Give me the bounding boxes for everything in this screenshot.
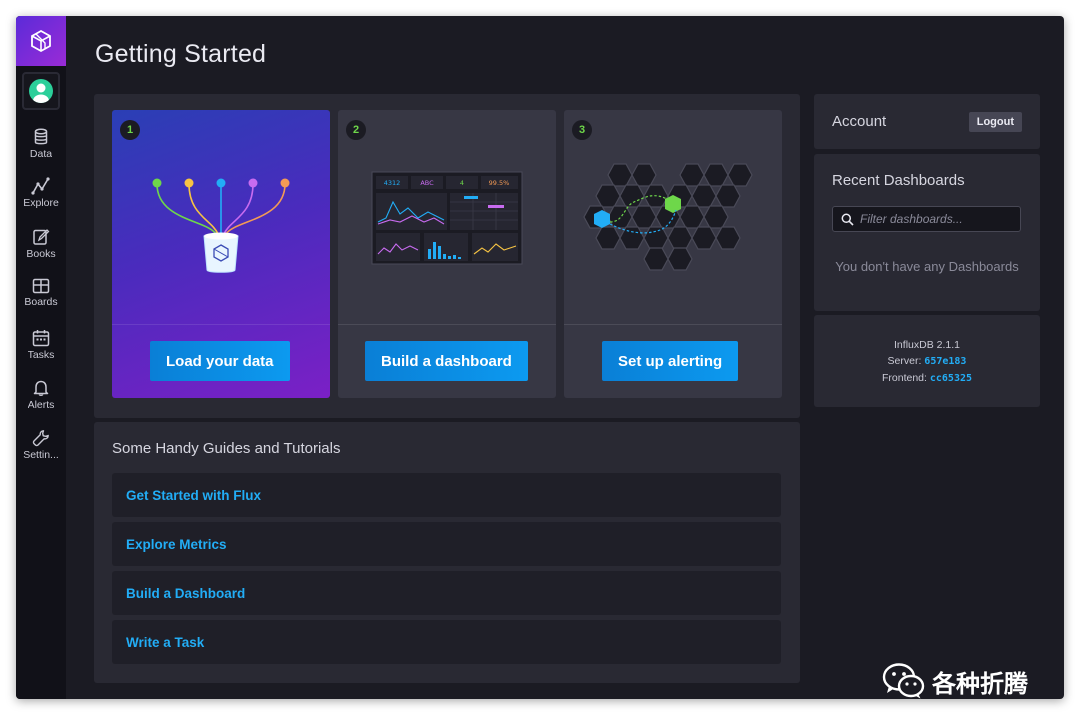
filter-dashboards-input[interactable] [860, 212, 1020, 226]
user-avatar-button[interactable] [22, 72, 60, 110]
avatar [29, 79, 53, 103]
watermark: 各种折腾 [882, 662, 1028, 699]
bell-icon [33, 380, 49, 397]
wechat-icon [882, 663, 925, 699]
guide-link-flux[interactable]: Get Started with Flux [112, 473, 781, 517]
wrench-icon [32, 430, 49, 447]
database-icon [34, 128, 48, 145]
server-label: Server: [887, 355, 922, 367]
build-dashboard-button[interactable]: Build a dashboard [365, 341, 528, 381]
step-number: 3 [572, 120, 592, 140]
guide-link-build-dashboard[interactable]: Build a Dashboard [112, 571, 781, 615]
sidebar-item-label: Settin... [23, 449, 59, 461]
frontend-version-line: Frontend: cc65325 [814, 372, 1040, 384]
step-card-set-up-alerting[interactable]: 3 Set up alerting [564, 110, 782, 398]
guide-link-explore-metrics[interactable]: Explore Metrics [112, 522, 781, 566]
recent-dashboards-panel: Recent Dashboards You don't have any Das… [814, 154, 1040, 311]
getting-started-steps: 1 Load your data 2 4312 ABC 4 99.5% Buil… [94, 94, 800, 418]
empty-dashboards-message: You don't have any Dashboards [835, 259, 1019, 274]
product-version: InfluxDB 2.1.1 [894, 339, 960, 351]
dashboard-cell-value: 4312 [384, 179, 401, 187]
page-title: Getting Started [95, 40, 267, 68]
dashboard-cell-value: ABC [420, 179, 434, 187]
server-version-line: Server: 657e183 [814, 355, 1040, 367]
sidebar-item-label: Tasks [27, 349, 55, 361]
recent-dashboards-title: Recent Dashboards [832, 172, 965, 189]
set-up-alerting-button[interactable]: Set up alerting [602, 341, 739, 381]
frontend-label: Frontend: [881, 372, 927, 384]
sidebar-item-tasks[interactable]: Tasks [16, 329, 66, 373]
server-version-value[interactable]: 657e183 [924, 356, 966, 367]
sidebar: Data Explore Books Boards Tasks Alerts S… [16, 16, 66, 699]
dashboard-icon [32, 278, 50, 294]
search-icon [841, 213, 854, 226]
sidebar-item-label: Alerts [27, 399, 55, 411]
sidebar-item-boards[interactable]: Boards [16, 278, 66, 322]
calendar-icon [32, 330, 50, 347]
sidebar-item-label: Books [26, 248, 56, 260]
app-window: Data Explore Books Boards Tasks Alerts S… [16, 16, 1064, 699]
step-card-build-dashboard[interactable]: 2 4312 ABC 4 99.5% Build a dashboard [338, 110, 556, 398]
graph-icon [31, 177, 50, 195]
sidebar-item-label: Data [29, 148, 53, 160]
guides-panel: Some Handy Guides and Tutorials Get Star… [94, 422, 800, 683]
guides-title: Some Handy Guides and Tutorials [112, 440, 341, 457]
card-divider [564, 324, 782, 325]
sidebar-item-label: Explore [23, 197, 59, 209]
version-panel: InfluxDB 2.1.1 Server: 657e183 Frontend:… [814, 315, 1040, 407]
step-number: 2 [346, 120, 366, 140]
notebook-icon [33, 229, 50, 245]
step-number: 1 [120, 120, 140, 140]
account-panel: Account Logout [814, 94, 1040, 149]
logout-button[interactable]: Logout [968, 112, 1022, 132]
dashboard-illustration: 4312 ABC 4 99.5% [371, 171, 523, 265]
load-data-illustration [152, 178, 290, 273]
influxdb-logo[interactable] [16, 16, 66, 66]
sidebar-item-label: Boards [24, 296, 58, 308]
sidebar-item-settings[interactable]: Settin... [16, 429, 66, 473]
step-card-load-data[interactable]: 1 Load your data [112, 110, 330, 398]
sidebar-item-explore[interactable]: Explore [16, 177, 66, 221]
card-divider [112, 324, 330, 325]
guide-link-write-task[interactable]: Write a Task [112, 620, 781, 664]
filter-dashboards-field[interactable] [832, 206, 1021, 232]
sidebar-item-books[interactable]: Books [16, 228, 66, 272]
user-icon [33, 83, 49, 103]
account-label: Account [832, 113, 887, 130]
load-data-button[interactable]: Load your data [150, 341, 290, 381]
dashboard-cell-value: 99.5% [489, 179, 510, 187]
watermark-text: 各种折腾 [932, 669, 1028, 698]
sidebar-item-alerts[interactable]: Alerts [16, 379, 66, 423]
influx-logo-icon [31, 29, 51, 53]
alerting-illustration [583, 163, 753, 271]
sidebar-item-data[interactable]: Data [16, 128, 66, 172]
dashboard-cell-value: 4 [460, 179, 464, 187]
frontend-version-value[interactable]: cc65325 [930, 373, 972, 384]
card-divider [338, 324, 556, 325]
